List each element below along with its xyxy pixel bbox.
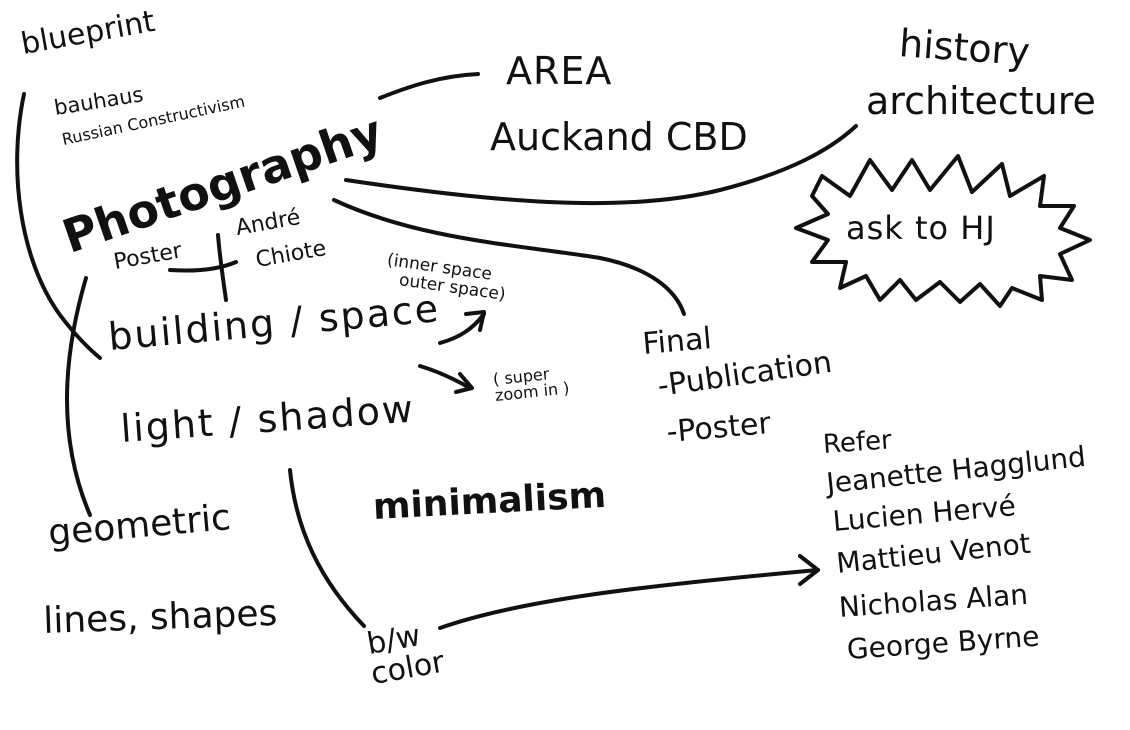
label-architecture: architecture bbox=[866, 79, 1096, 123]
label-ask-to-hj: ask to HJ bbox=[846, 209, 996, 247]
label-poster-item: -Poster bbox=[665, 406, 773, 450]
label-auckland-cbd: Auckand CBD bbox=[490, 115, 748, 159]
mind-map-canvas: blueprint bauhaus Russian Constructivism… bbox=[0, 0, 1130, 730]
connector-photography-geometric bbox=[65, 276, 92, 517]
label-lines-shapes: lines, shapes bbox=[42, 592, 278, 642]
label-history: history bbox=[897, 21, 1032, 75]
connector-photography-area bbox=[378, 72, 480, 100]
label-area: AREA bbox=[506, 49, 613, 93]
connector-shadow-bw bbox=[288, 468, 366, 628]
label-refer: Refer bbox=[822, 425, 893, 460]
connector-bw-references bbox=[438, 568, 820, 630]
label-final: Final bbox=[641, 321, 714, 362]
connector-building-innerspace bbox=[438, 312, 486, 345]
